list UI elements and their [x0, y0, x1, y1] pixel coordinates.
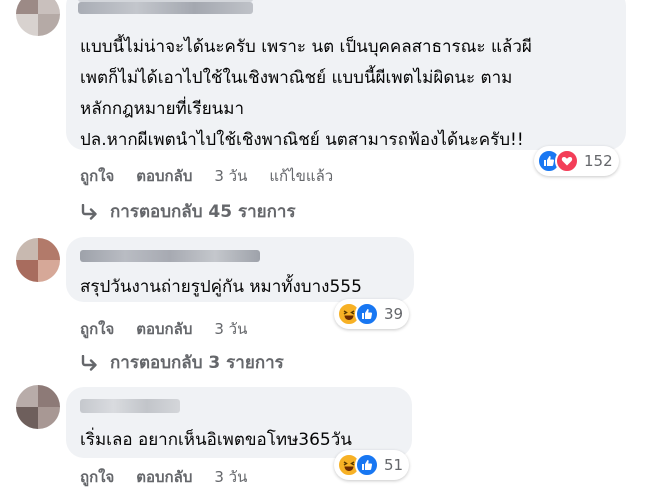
comment-actions: ถูกใจ ตอบกลับ 3 วัน แก้ไขแล้ว [80, 164, 355, 188]
avatar[interactable] [16, 238, 60, 282]
like-button[interactable]: ถูกใจ [80, 164, 114, 188]
comment-text: เริ่มเลอ อยากเห็นอิเพตขอโทษ365วัน [80, 430, 352, 450]
comment-text-line: หลักกฎหมายที่เรียนมา [80, 99, 245, 119]
author-name[interactable] [80, 399, 180, 413]
reaction-count: 39 [384, 305, 404, 323]
author-name[interactable] [78, 2, 253, 14]
reply-arrow-icon [80, 203, 100, 220]
timestamp[interactable]: 3 วัน [214, 465, 247, 489]
love-icon [555, 149, 579, 173]
edited-label: แก้ไขแล้ว [269, 167, 334, 185]
reaction-count: 51 [384, 456, 404, 474]
avatar[interactable] [16, 385, 60, 429]
like-icon [355, 453, 379, 477]
reaction-count: 152 [584, 152, 613, 170]
reaction-summary[interactable]: 39 [334, 299, 410, 329]
replies-label: การตอบกลับ 45 รายการ [110, 202, 296, 222]
view-replies-link[interactable]: การตอบกลับ 45 รายการ [80, 198, 296, 225]
replies-label: การตอบกลับ 3 รายการ [110, 353, 284, 373]
comment-text-line: เพตก็ไม่ได้เอาไปใช้ในเชิงพาณิชย์ แบบนี้ผ… [80, 68, 513, 88]
comment-text-line: ปล.หากผีเพตนำไปใช้เชิงพาณิชย์ นตสามารถฟ้… [80, 130, 524, 150]
comment-text-line: แบบนี้ไม่น่าจะได้นะครับ เพราะ นต เป็นบุค… [80, 37, 532, 57]
author-name[interactable] [80, 250, 260, 262]
timestamp[interactable]: 3 วัน [214, 164, 247, 188]
like-button[interactable]: ถูกใจ [80, 465, 114, 489]
author-name-blur [78, 0, 253, 2]
comment-text: สรุปวันงานถ่ายรูปคู่กัน หมาทั้งบาง555 [80, 277, 362, 297]
reaction-summary[interactable]: 51 [334, 450, 410, 480]
view-replies-link[interactable]: การตอบกลับ 3 รายการ [80, 349, 284, 376]
reaction-summary[interactable]: 152 [534, 146, 619, 176]
comment-actions: ถูกใจ ตอบกลับ 3 วัน [80, 465, 269, 489]
reply-button[interactable]: ตอบกลับ [136, 317, 192, 341]
reply-arrow-icon [80, 354, 100, 371]
like-icon [355, 302, 379, 326]
comment-actions: ถูกใจ ตอบกลับ 3 วัน [80, 317, 269, 341]
avatar[interactable] [16, 0, 60, 36]
like-button[interactable]: ถูกใจ [80, 317, 114, 341]
timestamp[interactable]: 3 วัน [214, 317, 247, 341]
reply-button[interactable]: ตอบกลับ [136, 465, 192, 489]
reply-button[interactable]: ตอบกลับ [136, 164, 192, 188]
